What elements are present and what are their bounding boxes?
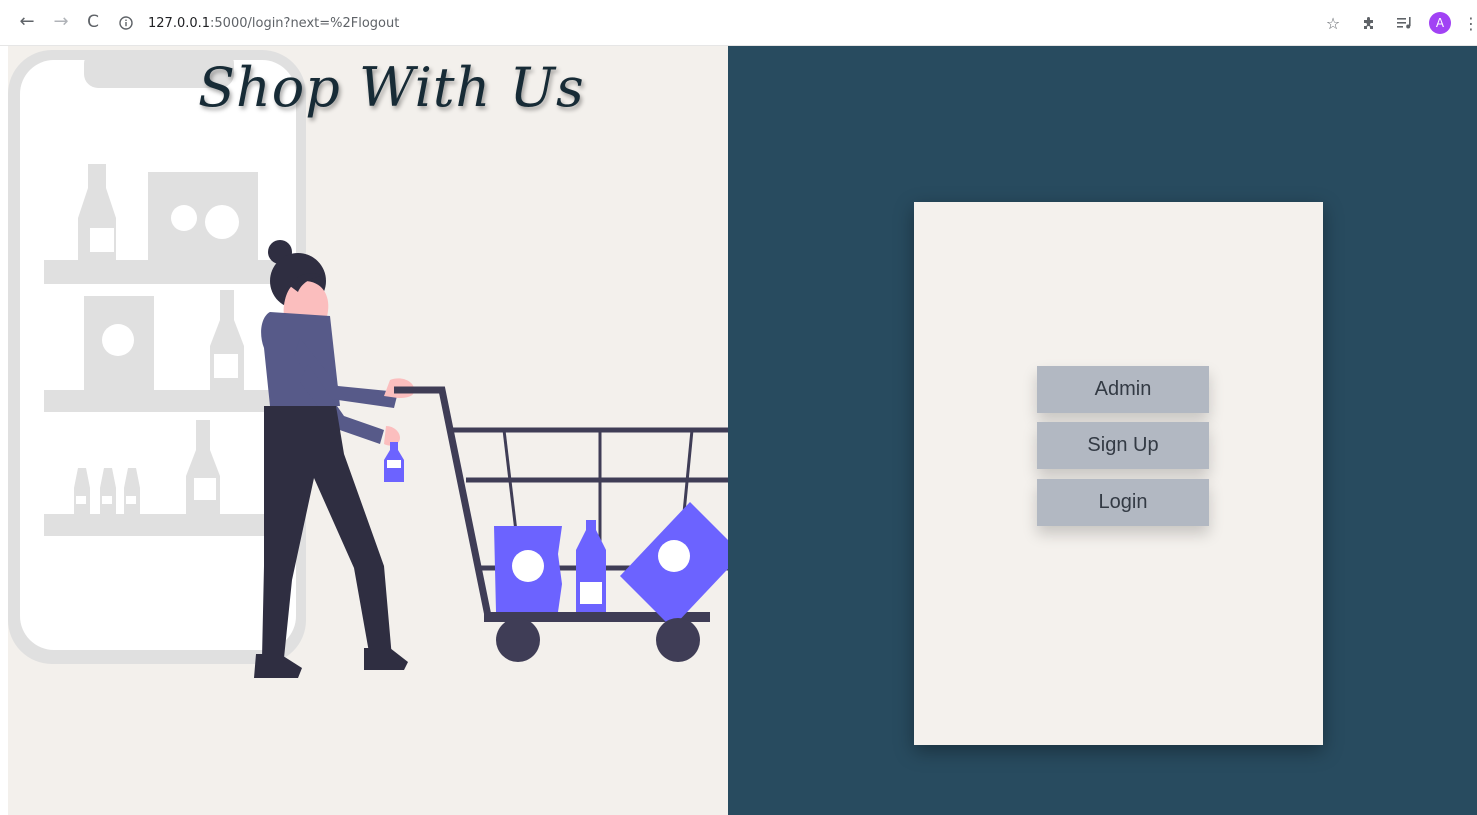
login-button[interactable]: Login	[1037, 479, 1209, 526]
reload-icon[interactable]: C	[82, 11, 104, 33]
address-bar[interactable]: 127.0.0.1:5000/login?next=%2Flogout	[118, 12, 399, 34]
browser-menu-icon[interactable]: ⋮	[1463, 14, 1477, 33]
auth-panel: Admin Sign Up Login	[728, 46, 1477, 815]
profile-avatar[interactable]: A	[1429, 12, 1451, 34]
browser-toolbar: ← → C 127.0.0.1:5000/login?next=%2Flogou…	[0, 0, 1477, 46]
cart-items-icons	[494, 502, 728, 628]
bookmark-star-icon[interactable]: ☆	[1321, 11, 1345, 35]
sign-up-button[interactable]: Sign Up	[1037, 422, 1209, 469]
back-arrow-icon[interactable]: ←	[16, 11, 38, 33]
media-queue-icon[interactable]	[1393, 11, 1417, 35]
extensions-puzzle-icon[interactable]	[1357, 11, 1381, 35]
phone-frame-icon	[8, 50, 306, 664]
page-title: Shop With Us	[198, 56, 585, 119]
extension-icons: ☆ A ⋮	[1321, 11, 1477, 35]
forward-arrow-icon[interactable]: →	[50, 11, 72, 33]
info-icon[interactable]	[118, 15, 134, 31]
url-text[interactable]: 127.0.0.1:5000/login?next=%2Flogout	[148, 16, 399, 31]
hero-panel: Shop With Us	[8, 46, 728, 815]
shopping-illustration	[8, 50, 728, 678]
auth-card: Admin Sign Up Login	[914, 202, 1323, 745]
admin-button[interactable]: Admin	[1037, 366, 1209, 413]
url-host: 127.0.0.1	[148, 15, 211, 31]
cart-wheels-icon	[496, 618, 700, 662]
url-path: :5000/login?next=%2Flogout	[210, 15, 400, 31]
